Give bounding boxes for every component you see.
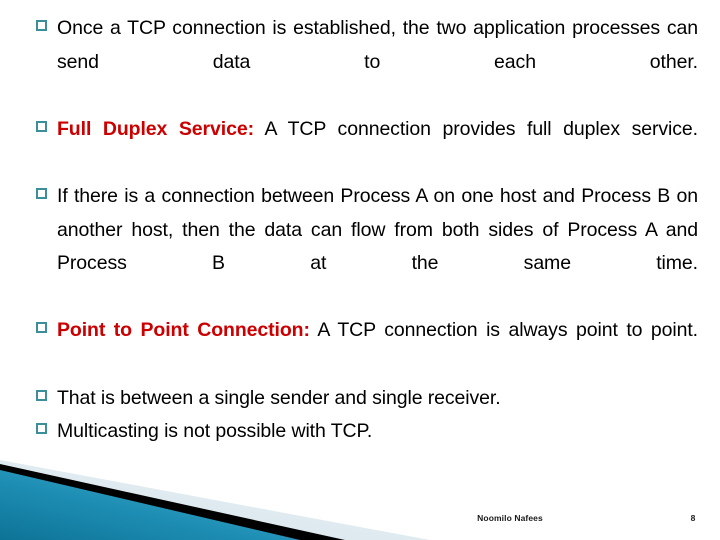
footer-page-number: 8 [690,513,696,523]
square-bullet-icon [36,322,47,334]
square-bullet-icon [36,389,47,401]
bullet-heading-2: Full Duplex Service: [57,117,254,140]
bullet-heading-4: Point to Point Connection: [57,319,310,342]
bullet-text-3: If there is a connection between Process… [57,184,698,275]
bullet-item-4: Point to Point Connection: A TCP connect… [30,314,698,381]
square-bullet-icon [36,423,47,435]
bullet-text-5: That is between a single sender and sing… [57,386,501,409]
footer-author-name: Noomilo Nafees [477,513,543,523]
bullet-body-2: A TCP connection provides full duplex se… [253,117,699,140]
bullet-text-6: Multicasting is not possible with TCP. [57,420,373,443]
bullet-item-6: Multicasting is not possible with TCP. [30,415,698,449]
square-bullet-icon [36,120,47,132]
bullet-item-3: If there is a connection between Process… [30,180,698,314]
black-stripe-shape [0,464,345,540]
bullet-text-4: Point to Point Connection: A TCP connect… [57,314,698,381]
bullet-item-1: Once a TCP connection is established, th… [30,12,698,113]
bullet-item-5: That is between a single sender and sing… [30,382,698,416]
pale-wedge-shape [0,460,430,540]
bullet-item-2: Full Duplex Service: A TCP connection pr… [30,113,698,180]
bullet-text-1: Once a TCP connection is established, th… [57,17,698,73]
slide-canvas: Once a TCP connection is established, th… [0,0,720,540]
slide-body-content: Once a TCP connection is established, th… [30,12,698,449]
bullet-text-2: Full Duplex Service: A TCP connection pr… [57,113,698,180]
square-bullet-icon [36,20,47,31]
square-bullet-icon [36,187,47,199]
bullet-body-4: A TCP connection is always point to poin… [309,319,699,342]
teal-triangle-shape [0,470,300,540]
